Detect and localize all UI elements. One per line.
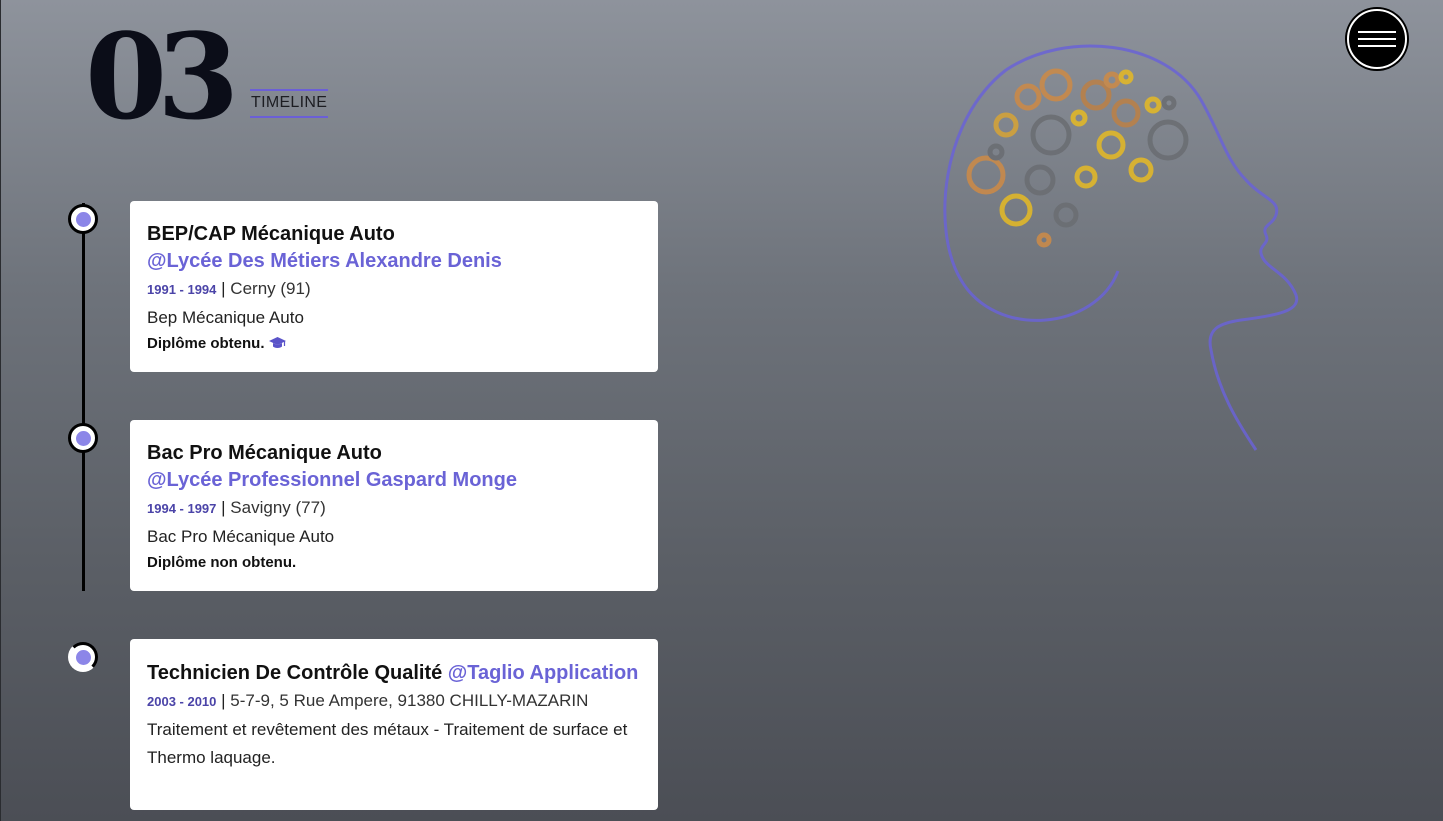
section-label: TIMELINE — [250, 89, 329, 118]
timeline-card: BEP/CAP Mécanique Auto @Lycée Des Métier… — [130, 201, 658, 372]
card-status-text: Diplôme obtenu. — [147, 335, 265, 352]
card-dates: 1994 - 1997 — [147, 501, 217, 516]
timeline-node — [68, 642, 98, 672]
card-location: Savigny (77) — [230, 498, 326, 517]
timeline-node-dot — [75, 430, 91, 446]
section-number: 03 — [85, 7, 239, 146]
card-dates: 2003 - 2010 — [147, 694, 217, 709]
card-title-row: Technicien De Contrôle Qualité @Taglio A… — [147, 659, 641, 687]
card-status: Diplôme non obtenu. — [147, 554, 297, 571]
card-meta: 1994 - 1997 | Savigny (77) — [147, 494, 641, 523]
card-dates: 1991 - 1994 — [147, 282, 217, 297]
card-location: Cerny (91) — [230, 279, 311, 298]
timeline-card: Bac Pro Mécanique Auto @Lycée Profession… — [130, 420, 658, 591]
graduation-cap-icon — [268, 337, 286, 348]
card-meta: 2003 - 2010 | 5-7-9, 5 Rue Ampere, 91380… — [147, 687, 641, 716]
card-separator: | — [221, 279, 226, 298]
card-status: Diplôme obtenu. — [147, 332, 641, 356]
card-organization[interactable]: @Lycée Professionnel Gaspard Monge — [147, 466, 641, 494]
timeline-node-dot — [75, 211, 91, 227]
timeline-line — [82, 203, 85, 591]
card-organization[interactable]: @Lycée Des Métiers Alexandre Denis — [147, 247, 641, 275]
timeline-node — [68, 204, 98, 234]
timeline-node-dot — [75, 649, 91, 665]
card-description: Bac Pro Mécanique Auto — [147, 527, 335, 546]
card-description: Traitement et revêtement des métaux - Tr… — [147, 720, 628, 767]
hamburger-menu-icon — [1358, 31, 1396, 33]
timeline-node — [68, 423, 98, 453]
card-title: Technicien De Contrôle Qualité — [147, 662, 443, 684]
card-title: Bac Pro Mécanique Auto — [147, 442, 382, 464]
hamburger-line — [1358, 45, 1396, 47]
card-description: Bep Mécanique Auto — [147, 308, 304, 327]
card-organization[interactable]: @Taglio Application — [448, 662, 639, 684]
hamburger-line — [1358, 38, 1396, 40]
hamburger-menu-button[interactable] — [1347, 9, 1407, 69]
card-location: 5-7-9, 5 Rue Ampere, 91380 CHILLY-MAZARI… — [230, 691, 589, 710]
card-meta: 1991 - 1994 | Cerny (91) — [147, 275, 641, 304]
brain-gears-head-icon — [943, 44, 1299, 451]
card-separator: | — [221, 498, 226, 517]
card-title: BEP/CAP Mécanique Auto — [147, 223, 395, 245]
card-separator: | — [221, 691, 226, 710]
timeline-card: Technicien De Contrôle Qualité @Taglio A… — [130, 639, 658, 810]
